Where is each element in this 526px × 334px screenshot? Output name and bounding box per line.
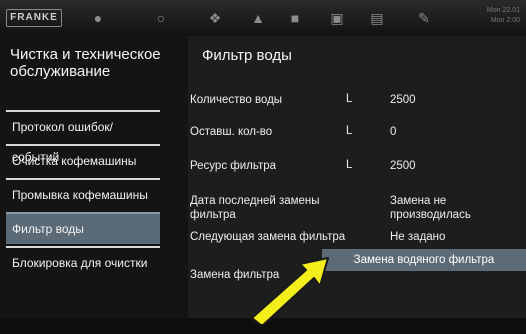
clock-readout: Mon 22.01 Mon 2:00	[487, 6, 520, 26]
cups-icon[interactable]: ■	[285, 9, 305, 27]
last-replacement-label: Дата последней замены фильтра	[190, 195, 320, 221]
report-icon[interactable]: ▤	[367, 9, 387, 27]
last-replacement-value: Замена не производилась	[390, 195, 471, 221]
main-panel	[188, 36, 526, 334]
filter-capacity-label: Ресурс фильтра	[190, 160, 277, 172]
remaining-amount-unit: L	[346, 125, 353, 137]
cleaning-icon[interactable]: ❖	[205, 9, 225, 27]
brand-logo: FRANKE	[6, 9, 62, 27]
remaining-amount-label: Оставш. кол-во	[190, 126, 273, 138]
sidebar-item-cleaning-lock[interactable]: Блокировка для очистки	[6, 246, 160, 278]
clock-line-2: Mon 2:00	[490, 17, 520, 24]
cash-icon[interactable]: ▣	[327, 9, 347, 27]
top-toolbar: FRANKE ● ○ ❖ ▲ ■ ▣ ▤ ✎ Mon 22.01 Mon 2:0…	[0, 0, 526, 37]
wrench-icon[interactable]: ✎	[414, 9, 434, 27]
sidebar-item-error-log[interactable]: Протокол ошибок/событий	[6, 110, 160, 164]
sidebar-item-machine-rinsing[interactable]: Промывка кофемашины	[6, 178, 160, 210]
sidebar-item-machine-cleaning[interactable]: Очистка кофемашины	[6, 144, 160, 176]
section-title: Чистка и техническое обслуживание	[10, 46, 161, 80]
clock-line-1: Mon 22.01	[486, 7, 520, 14]
cup-icon[interactable]: ○	[151, 9, 171, 27]
replace-water-filter-button[interactable]: Замена водяного фильтра	[322, 249, 526, 271]
water-amount-label: Количество воды	[190, 94, 283, 106]
next-replacement-value: Не задано	[390, 231, 446, 243]
filter-capacity-value: 2500	[390, 160, 416, 172]
sidebar-item-water-filter[interactable]: Фильтр воды	[6, 212, 160, 244]
water-amount-value: 2500	[390, 94, 416, 106]
water-amount-unit: L	[346, 93, 353, 105]
filter-capacity-unit: L	[346, 159, 353, 171]
bean-icon[interactable]: ●	[88, 9, 108, 27]
pointer-arrow-icon	[251, 257, 329, 324]
drop-icon[interactable]: ▲	[248, 9, 268, 27]
next-replacement-label: Следующая замена фильтра	[190, 231, 346, 243]
remaining-amount-value: 0	[390, 126, 397, 138]
page-title: Фильтр воды	[202, 47, 292, 64]
